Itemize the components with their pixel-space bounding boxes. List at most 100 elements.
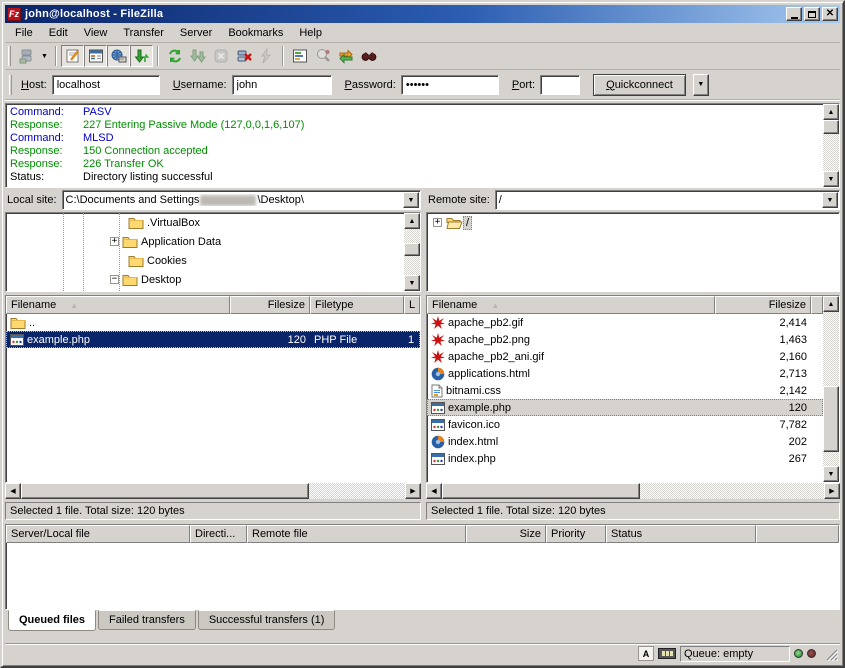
- column-header-filesize[interactable]: Filesize: [230, 296, 310, 314]
- scroll-thumb[interactable]: [442, 483, 640, 499]
- disconnect-button[interactable]: [232, 45, 255, 67]
- local-tree-scrollbar[interactable]: ▲ ▼: [404, 213, 420, 291]
- maximize-button[interactable]: [804, 7, 820, 21]
- menu-server[interactable]: Server: [172, 24, 220, 42]
- scroll-down-button[interactable]: ▼: [823, 171, 839, 187]
- cancel-button[interactable]: [209, 45, 232, 67]
- quickconnect-button[interactable]: Quickconnect: [593, 74, 686, 96]
- file-name: bitnami.css: [446, 385, 501, 397]
- remote-list-hscrollbar[interactable]: ◀ ▶: [426, 483, 840, 499]
- expand-plus-icon[interactable]: +: [110, 237, 119, 246]
- toggle-transfer-queue-button[interactable]: [130, 45, 153, 67]
- scroll-left-button[interactable]: ◀: [5, 483, 21, 499]
- port-input[interactable]: [540, 75, 580, 95]
- host-input[interactable]: [52, 75, 160, 95]
- log-line-text: PASV: [83, 106, 112, 119]
- scroll-up-button[interactable]: ▲: [823, 104, 839, 120]
- directory-filters-button[interactable]: [288, 45, 311, 67]
- column-header-server-local-file[interactable]: Server/Local file: [6, 525, 190, 543]
- column-header-filesize[interactable]: Filesize: [715, 296, 811, 314]
- data-type-indicator-icon[interactable]: A: [638, 646, 654, 661]
- scroll-up-button[interactable]: ▲: [404, 213, 420, 229]
- queue-body[interactable]: [6, 543, 839, 609]
- column-header-remote-file[interactable]: Remote file: [247, 525, 466, 543]
- file-row[interactable]: apache_pb2.gif 2,414: [427, 314, 823, 331]
- file-row[interactable]: apache_pb2_ani.gif 2,160: [427, 348, 823, 365]
- tree-item-application-data[interactable]: + Application Data: [6, 232, 404, 251]
- message-log-scrollbar[interactable]: ▲ ▼: [823, 104, 839, 187]
- collapse-minus-icon[interactable]: −: [110, 275, 119, 284]
- file-row[interactable]: bitnami.css 2,142: [427, 382, 823, 399]
- column-header-status[interactable]: Status: [606, 525, 756, 543]
- file-row-example-php[interactable]: example.php 120 PHP File 1: [6, 331, 420, 348]
- column-header-direction[interactable]: Directi...: [190, 525, 247, 543]
- file-row-parent-dir[interactable]: ..: [6, 314, 420, 331]
- scroll-thumb[interactable]: [21, 483, 309, 499]
- scroll-down-button[interactable]: ▼: [404, 275, 420, 291]
- file-size: 202: [715, 436, 811, 448]
- close-button[interactable]: ✕: [822, 7, 838, 21]
- synchronized-browsing-button[interactable]: [334, 45, 357, 67]
- scroll-thumb[interactable]: [823, 386, 839, 452]
- quickconnect-dropdown-button[interactable]: ▼: [693, 74, 709, 96]
- column-header-filename[interactable]: Filename▲: [427, 296, 715, 314]
- scroll-right-button[interactable]: ▶: [824, 483, 840, 499]
- menu-help[interactable]: Help: [291, 24, 330, 42]
- column-header-last-modified[interactable]: L: [404, 296, 420, 314]
- php-file-icon: [431, 402, 445, 414]
- tab-successful-transfers[interactable]: Successful transfers (1): [198, 610, 336, 630]
- menu-edit[interactable]: Edit: [41, 24, 76, 42]
- refresh-button[interactable]: [163, 45, 186, 67]
- file-row-example-php[interactable]: example.php 120: [427, 399, 823, 416]
- remote-site-combobox[interactable]: / ▼: [495, 190, 840, 210]
- column-header-filename[interactable]: Filename▲: [6, 296, 230, 314]
- column-header-filetype[interactable]: Filetype: [310, 296, 404, 314]
- scroll-down-button[interactable]: ▼: [823, 466, 839, 482]
- menu-bookmarks[interactable]: Bookmarks: [220, 24, 291, 42]
- username-input[interactable]: [232, 75, 332, 95]
- site-manager-button[interactable]: [15, 45, 38, 67]
- column-header-priority[interactable]: Priority: [546, 525, 606, 543]
- site-manager-dropdown-button[interactable]: ▼: [38, 45, 51, 67]
- tab-failed-transfers[interactable]: Failed transfers: [98, 610, 196, 630]
- column-header-size[interactable]: Size: [466, 525, 546, 543]
- tree-item-virtualbox[interactable]: .VirtualBox: [6, 213, 404, 232]
- file-row[interactable]: apache_pb2.png 1,463: [427, 331, 823, 348]
- log-line-label: Response:: [10, 158, 83, 171]
- toggle-message-log-button[interactable]: [61, 45, 84, 67]
- minimize-button[interactable]: [786, 7, 802, 21]
- menu-transfer[interactable]: Transfer: [115, 24, 172, 42]
- tree-item-root[interactable]: + /: [427, 213, 839, 232]
- process-queue-button[interactable]: [186, 45, 209, 67]
- scroll-thumb[interactable]: [404, 243, 420, 256]
- file-row[interactable]: favicon.ico 7,782: [427, 416, 823, 433]
- scroll-up-button[interactable]: ▲: [823, 296, 839, 312]
- remote-list-scrollbar[interactable]: ▲ ▼: [823, 296, 839, 482]
- window-title: john@localhost - FileZilla: [21, 8, 784, 20]
- compare-directories-button[interactable]: [311, 45, 334, 67]
- toggle-local-tree-button[interactable]: [84, 45, 107, 67]
- menu-file[interactable]: File: [7, 24, 41, 42]
- file-row[interactable]: index.html 202: [427, 433, 823, 450]
- tab-queued-files[interactable]: Queued files: [8, 610, 96, 631]
- css-file-icon: [431, 384, 443, 398]
- file-row[interactable]: applications.html 2,713: [427, 365, 823, 382]
- toggle-remote-tree-button[interactable]: [107, 45, 130, 67]
- scroll-thumb[interactable]: [823, 120, 839, 134]
- tree-item-cookies[interactable]: Cookies: [6, 251, 404, 270]
- menu-view[interactable]: View: [76, 24, 116, 42]
- expand-plus-icon[interactable]: +: [433, 218, 442, 227]
- local-site-combobox[interactable]: C:\Documents and Settings\Desktop\ ▼: [62, 190, 421, 210]
- password-input[interactable]: [401, 75, 499, 95]
- encryption-indicator-icon[interactable]: [658, 648, 676, 659]
- local-site-dropdown-button[interactable]: ▼: [403, 192, 419, 208]
- scroll-right-button[interactable]: ▶: [405, 483, 421, 499]
- reconnect-button[interactable]: [255, 45, 278, 67]
- file-row[interactable]: index.php 267: [427, 450, 823, 467]
- resize-grip[interactable]: [824, 647, 838, 661]
- find-files-button[interactable]: [357, 45, 380, 67]
- local-list-hscrollbar[interactable]: ◀ ▶: [5, 483, 421, 499]
- remote-site-dropdown-button[interactable]: ▼: [822, 192, 838, 208]
- tree-item-desktop[interactable]: − Desktop: [6, 270, 404, 289]
- scroll-left-button[interactable]: ◀: [426, 483, 442, 499]
